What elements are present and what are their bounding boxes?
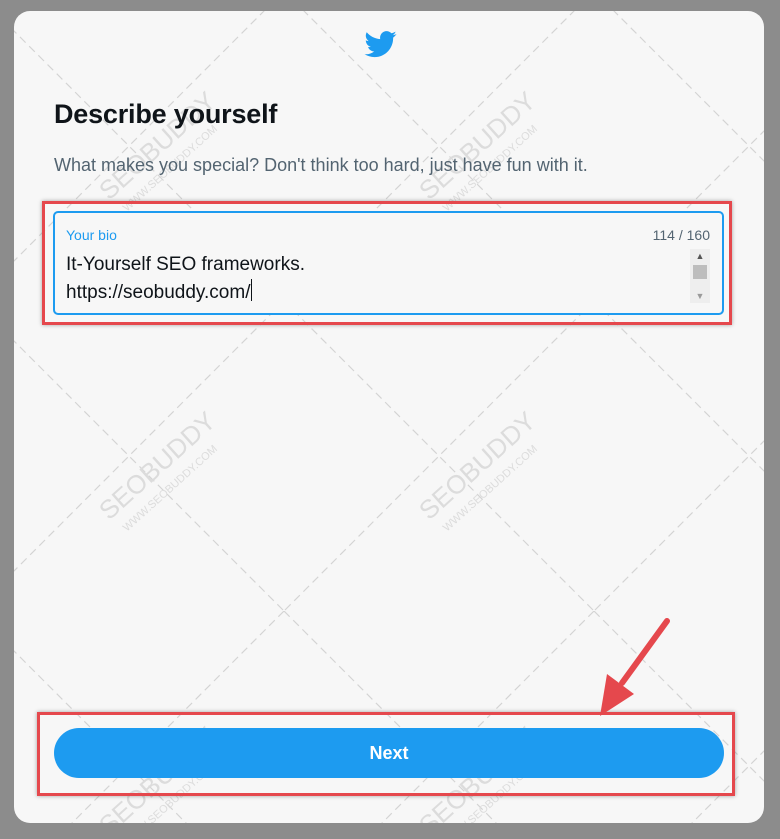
bio-text-value[interactable]: It-Yourself SEO frameworks. https://seob… bbox=[66, 251, 676, 307]
seobuddy-watermark: SEOBUDDY WWW.SEOBUDDY.COM SEOBUDDY WWW.S… bbox=[14, 11, 764, 823]
bio-label: Your bio bbox=[66, 227, 117, 243]
bio-scrollbar[interactable]: ▲ ▼ bbox=[690, 249, 710, 303]
text-caret bbox=[251, 279, 253, 301]
next-button[interactable]: Next bbox=[54, 728, 724, 778]
watermark-url: WWW.SEOBUDDY.COM bbox=[441, 443, 540, 534]
page-subtitle: What makes you special? Don't think too … bbox=[54, 155, 588, 175]
signup-modal: SEOBUDDY WWW.SEOBUDDY.COM SEOBUDDY WWW.S… bbox=[14, 11, 764, 823]
twitter-bird-icon bbox=[364, 31, 397, 58]
page-title: Describe yourself bbox=[54, 99, 278, 129]
bio-text: It-Yourself SEO frameworks. https://seob… bbox=[66, 254, 305, 303]
scroll-thumb[interactable] bbox=[693, 265, 707, 279]
scroll-up-arrow-icon[interactable]: ▲ bbox=[690, 249, 710, 263]
watermark-text: SEOBUDDY bbox=[93, 406, 222, 526]
bio-character-counter: 114 / 160 bbox=[652, 227, 710, 243]
watermark-url: WWW.SEOBUDDY.COM bbox=[121, 443, 220, 534]
watermark-text: SEOBUDDY bbox=[413, 86, 542, 206]
scroll-down-arrow-icon[interactable]: ▼ bbox=[690, 289, 710, 303]
watermark-text: SEOBUDDY bbox=[413, 406, 542, 526]
bio-textarea[interactable]: Your bio 114 / 160 It-Yourself SEO frame… bbox=[53, 211, 724, 315]
red-arrow-annotation bbox=[600, 618, 670, 716]
